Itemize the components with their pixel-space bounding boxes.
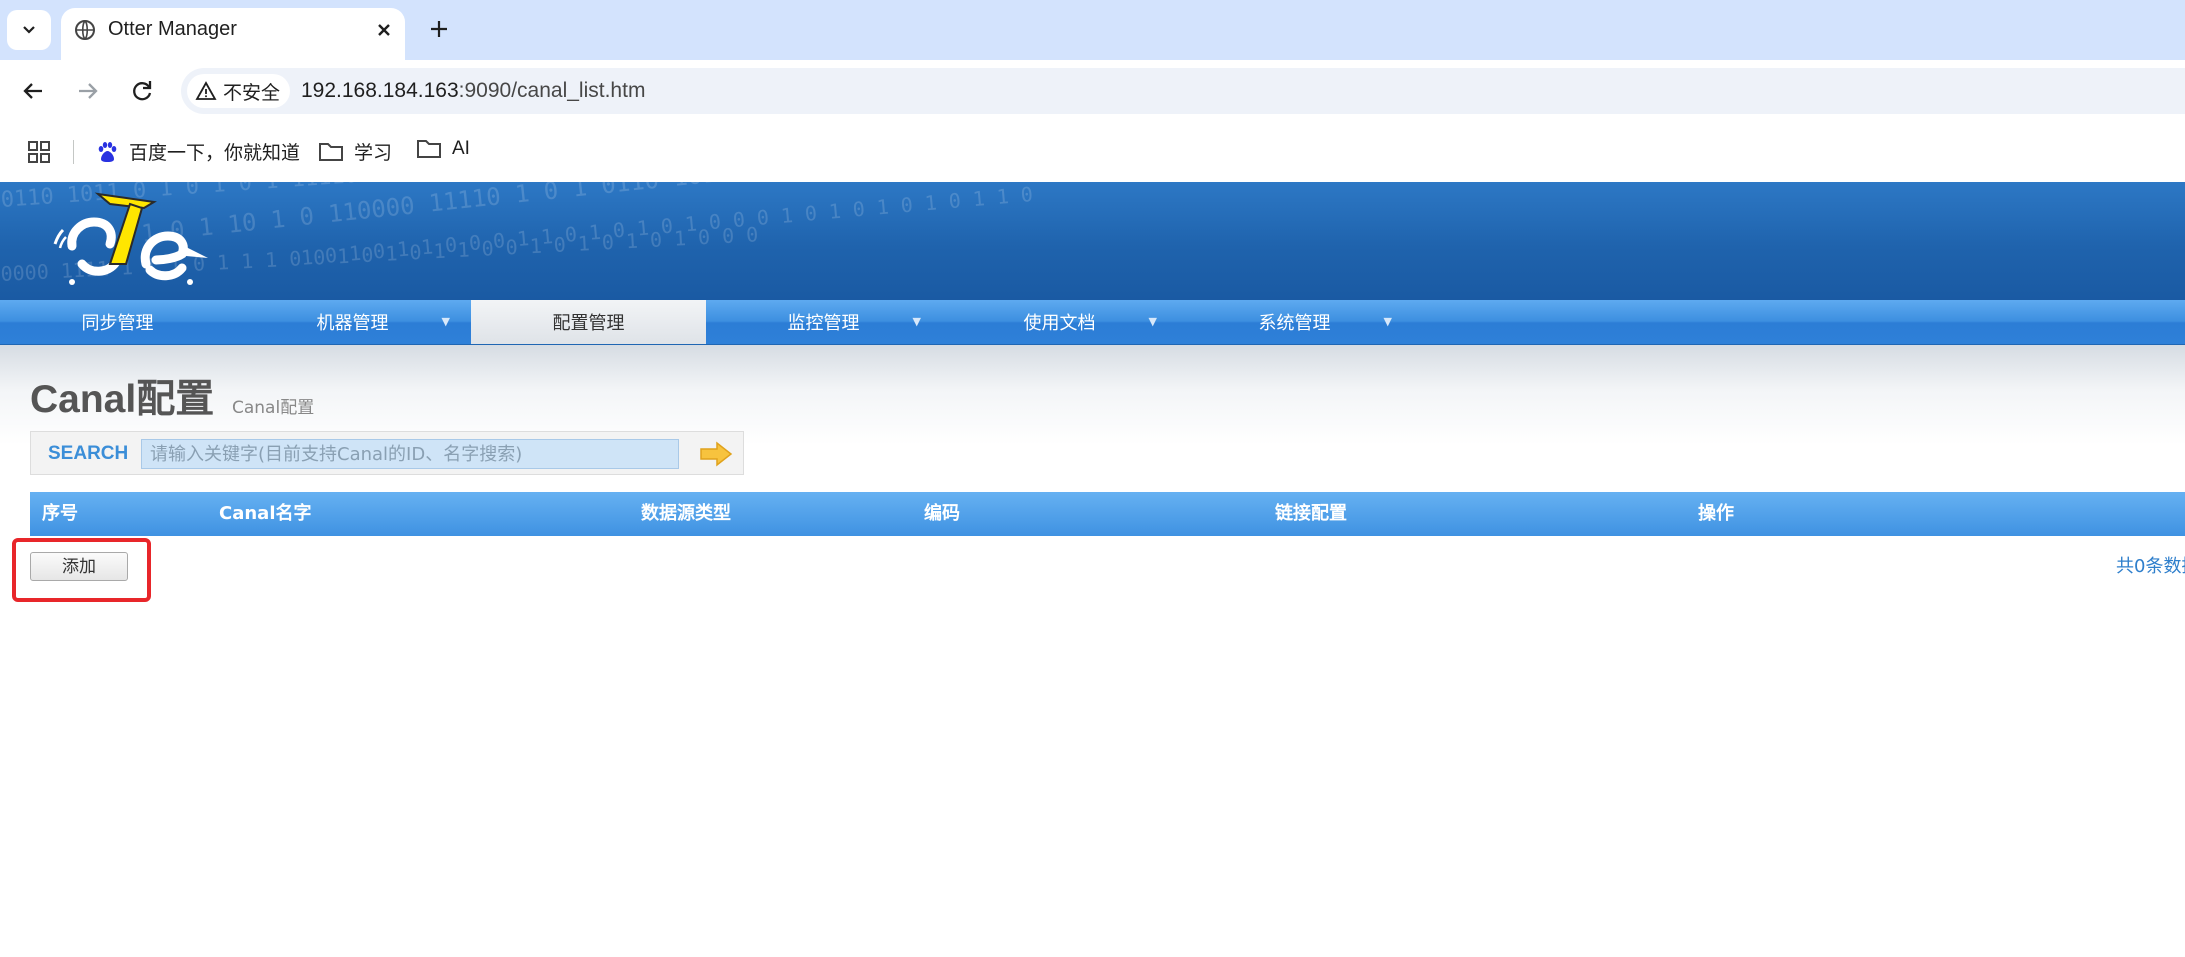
nav-item-system[interactable]: 系统管理 ▼ bbox=[1177, 300, 1412, 344]
apps-grid-icon[interactable] bbox=[26, 139, 52, 165]
nav-item-sync[interactable]: 同步管理 bbox=[0, 300, 235, 344]
browser-toolbar: 不安全 192.168.184.163:9090/canal_list.htm bbox=[0, 60, 2185, 122]
close-tab-icon[interactable] bbox=[371, 17, 397, 43]
url-text[interactable]: 192.168.184.163:9090/canal_list.htm bbox=[301, 79, 645, 103]
globe-icon bbox=[75, 20, 95, 40]
column-header-canal-name: Canal名字 bbox=[219, 503, 312, 524]
back-arrow-icon[interactable] bbox=[17, 75, 49, 107]
nav-label: 系统管理 bbox=[1258, 313, 1331, 334]
site-header-banner: 0110 1011 0 1 0 1 0 1 11110 1 0 1 0110 1… bbox=[0, 182, 2185, 300]
forward-arrow-icon[interactable] bbox=[72, 75, 104, 107]
bookmark-label: 学习 bbox=[354, 143, 393, 164]
url-path: :9090/canal_list.htm bbox=[458, 79, 646, 102]
tab-title: Otter Manager bbox=[108, 18, 237, 40]
browser-tab-strip: Otter Manager bbox=[0, 0, 2185, 60]
bookmark-baidu[interactable]: 百度一下，你就知道 bbox=[95, 138, 300, 165]
folder-icon bbox=[417, 140, 441, 158]
dropdown-arrow-icon: ▼ bbox=[912, 315, 921, 328]
nav-item-config[interactable]: 配置管理 bbox=[471, 300, 706, 344]
otter-logo[interactable] bbox=[50, 186, 230, 296]
search-panel: SEARCH bbox=[30, 431, 744, 475]
column-header-datasource-type: 数据源类型 bbox=[641, 503, 731, 524]
baidu-paw-icon bbox=[98, 141, 117, 162]
nav-item-docs[interactable]: 使用文档 ▼ bbox=[942, 300, 1177, 344]
nav-label: 使用文档 bbox=[1023, 313, 1096, 334]
nav-item-monitor[interactable]: 监控管理 ▼ bbox=[706, 300, 941, 344]
new-tab-icon[interactable] bbox=[424, 14, 454, 44]
main-navigation: 同步管理 机器管理 ▼ 配置管理 监控管理 ▼ 使用文档 ▼ 系统管理 ▼ bbox=[0, 300, 2185, 345]
chevron-down-icon bbox=[23, 26, 35, 34]
nav-label: 配置管理 bbox=[552, 313, 625, 334]
bookmarks-separator bbox=[73, 140, 74, 164]
warning-triangle-icon bbox=[195, 81, 217, 100]
bookmark-folder-study[interactable]: 学习 bbox=[318, 138, 392, 165]
security-label: 不安全 bbox=[223, 82, 281, 104]
dropdown-arrow-icon: ▼ bbox=[1383, 315, 1392, 328]
bookmark-label: AI bbox=[452, 138, 470, 159]
column-header-actions: 操作 bbox=[1698, 503, 1734, 524]
page-title: Canal配置 bbox=[30, 378, 215, 421]
address-bar[interactable]: 不安全 192.168.184.163:9090/canal_list.htm bbox=[181, 68, 2185, 114]
browser-tab-active[interactable]: Otter Manager bbox=[61, 8, 405, 60]
column-header-encoding: 编码 bbox=[924, 503, 960, 524]
table-header: 序号 Canal名字 数据源类型 编码 链接配置 操作 bbox=[30, 492, 2185, 536]
search-label: SEARCH bbox=[48, 443, 129, 464]
bookmark-label: 百度一下，你就知道 bbox=[129, 143, 301, 164]
red-highlight-annotation bbox=[12, 538, 151, 602]
url-host: 192.168.184.163 bbox=[301, 79, 459, 102]
search-submit-arrow-icon[interactable] bbox=[699, 441, 733, 467]
bookmarks-bar: 百度一下，你就知道 学习 AI bbox=[0, 122, 2185, 182]
nav-label: 机器管理 bbox=[316, 313, 389, 334]
content-header-gradient bbox=[0, 345, 2185, 445]
tab-search-button[interactable] bbox=[7, 10, 51, 50]
page-subtitle: Canal配置 bbox=[232, 398, 315, 418]
column-header-connection-config: 链接配置 bbox=[1275, 503, 1347, 524]
security-indicator[interactable]: 不安全 bbox=[187, 74, 291, 108]
nav-label: 监控管理 bbox=[787, 313, 860, 334]
nav-label: 同步管理 bbox=[81, 313, 154, 334]
nav-item-machine[interactable]: 机器管理 ▼ bbox=[235, 300, 470, 344]
search-input[interactable] bbox=[141, 439, 679, 469]
bookmark-folder-ai[interactable]: AI bbox=[416, 138, 470, 160]
dropdown-arrow-icon: ▼ bbox=[1148, 315, 1157, 328]
column-header-index: 序号 bbox=[42, 503, 78, 524]
total-count-text: 共0条数据 bbox=[2116, 556, 2185, 577]
reload-icon[interactable] bbox=[126, 75, 158, 107]
dropdown-arrow-icon: ▼ bbox=[441, 315, 450, 328]
folder-icon bbox=[319, 142, 343, 161]
